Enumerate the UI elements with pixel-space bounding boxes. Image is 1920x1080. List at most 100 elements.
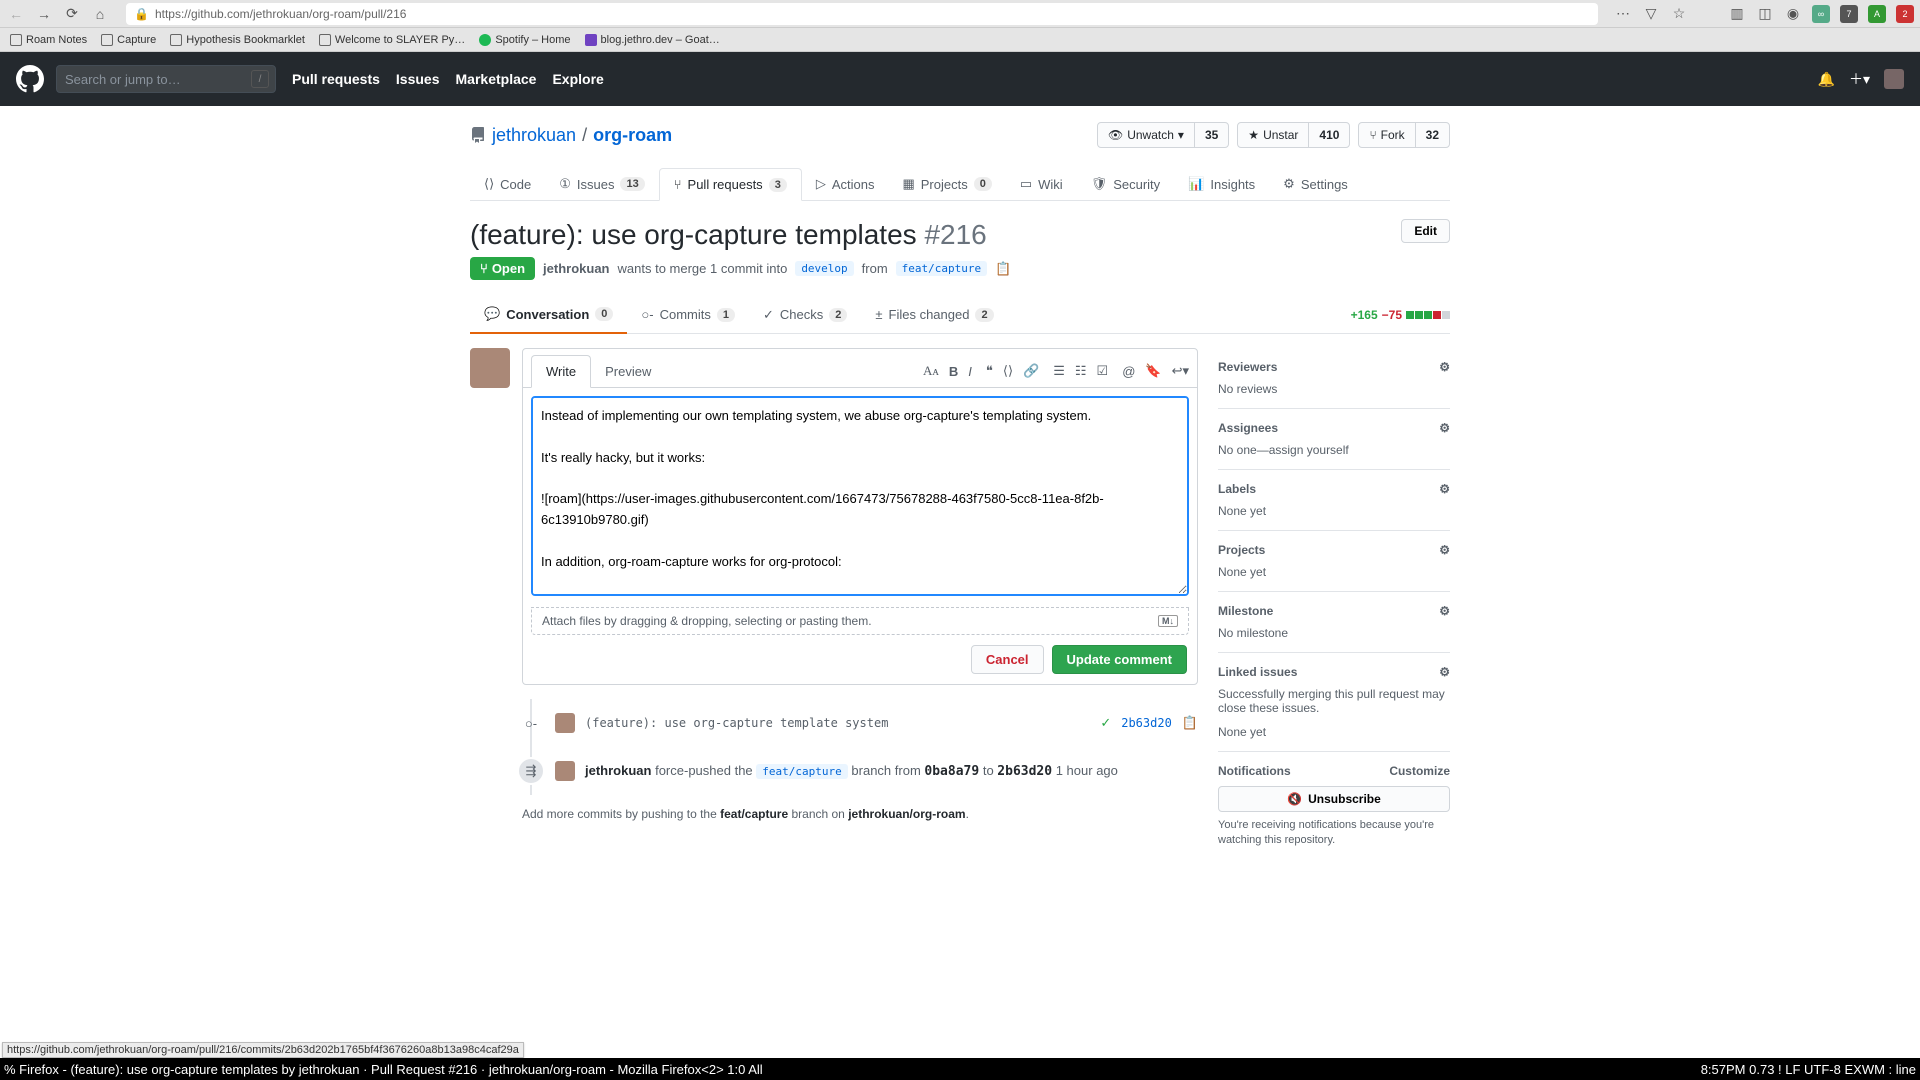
ext-1-icon[interactable]: ∞ <box>1812 5 1830 23</box>
pocket-icon[interactable]: ▽ <box>1642 5 1660 23</box>
tab-actions[interactable]: ▷Actions <box>802 168 889 200</box>
customize-link[interactable]: Customize <box>1389 764 1450 778</box>
user-avatar[interactable] <box>1884 69 1904 89</box>
bookmark-item[interactable]: Welcome to SLAYER Py… <box>319 34 465 46</box>
link-icon[interactable]: 🔗 <box>1023 363 1039 379</box>
home-button[interactable]: ⌂ <box>90 4 110 24</box>
linked-issues-title: Linked issues <box>1218 665 1297 679</box>
author-avatar[interactable] <box>470 348 510 388</box>
more-icon[interactable]: ⋯ <box>1614 5 1632 23</box>
labels-body: None yet <box>1218 504 1450 518</box>
ol-icon[interactable]: ☷ <box>1075 363 1087 379</box>
ext-2-icon[interactable]: 7 <box>1840 5 1858 23</box>
slash-key-icon: / <box>251 70 269 88</box>
conversation-icon: 💬 <box>484 306 500 322</box>
assignees-gear-icon[interactable]: ⚙ <box>1439 421 1450 435</box>
bold-icon[interactable]: B <box>949 364 958 379</box>
copy-hash-icon[interactable]: 📋 <box>1182 715 1198 731</box>
task-icon[interactable]: ☑ <box>1097 363 1109 379</box>
watch-button[interactable]: 👁 Unwatch ▾35 <box>1097 122 1229 148</box>
labels-gear-icon[interactable]: ⚙ <box>1439 482 1450 496</box>
reviewers-gear-icon[interactable]: ⚙ <box>1439 360 1450 374</box>
back-button[interactable]: ← <box>6 4 26 24</box>
check-icon: ✓ <box>763 307 774 323</box>
quote-icon[interactable]: ❝ <box>986 363 993 379</box>
preview-tab[interactable]: Preview <box>591 356 665 387</box>
reload-button[interactable]: ⟳ <box>62 4 82 24</box>
pr-author[interactable]: jethrokuan <box>543 261 609 276</box>
ext-3-icon[interactable]: A <box>1868 5 1886 23</box>
account-icon[interactable]: ◉ <box>1784 5 1802 23</box>
unsubscribe-button[interactable]: 🔇Unsubscribe <box>1218 786 1450 812</box>
mention-icon[interactable]: @ <box>1122 364 1135 379</box>
assign-yourself-link[interactable]: No one—assign yourself <box>1218 443 1349 457</box>
ext-4-icon[interactable]: 2 <box>1896 5 1914 23</box>
heading-icon[interactable]: Aᴀ <box>923 363 939 379</box>
head-branch[interactable]: feat/capture <box>896 261 987 276</box>
tab-wiki[interactable]: ▭Wiki <box>1006 168 1077 200</box>
check-success-icon[interactable]: ✓ <box>1100 715 1111 731</box>
attach-hint[interactable]: Attach files by dragging & dropping, sel… <box>531 607 1189 635</box>
italic-icon[interactable]: I <box>968 364 972 379</box>
tab-projects[interactable]: ▦Projects0 <box>888 168 1005 200</box>
commit-author-avatar[interactable] <box>555 713 575 733</box>
force-push-avatar[interactable] <box>555 761 575 781</box>
pr-icon: ⑂ <box>674 177 682 192</box>
book-icon: ▭ <box>1020 176 1032 192</box>
url-bar[interactable]: 🔒 https://github.com/jethrokuan/org-roam… <box>126 3 1598 25</box>
linked-gear-icon[interactable]: ⚙ <box>1439 665 1450 679</box>
comment-textarea[interactable] <box>531 396 1189 596</box>
bookmark-star-icon[interactable]: ☆ <box>1670 5 1688 23</box>
code-icon[interactable]: ⟨⟩ <box>1003 363 1013 379</box>
nav-marketplace[interactable]: Marketplace <box>456 71 537 87</box>
projects-body: None yet <box>1218 565 1450 579</box>
tab-pull-requests[interactable]: ⑂Pull requests3 <box>659 168 802 201</box>
commit-hash-link[interactable]: 2b63d20 <box>1121 716 1172 730</box>
tab-code[interactable]: ⟨⟩Code <box>470 168 545 200</box>
nav-explore[interactable]: Explore <box>552 71 603 87</box>
search-input[interactable]: Search or jump to… / <box>56 65 276 93</box>
nav-pull-requests[interactable]: Pull requests <box>292 71 380 87</box>
copy-branch-icon[interactable]: 📋 <box>995 261 1011 277</box>
forward-button[interactable]: → <box>34 4 54 24</box>
projects-gear-icon[interactable]: ⚙ <box>1439 543 1450 557</box>
cancel-button[interactable]: Cancel <box>971 645 1044 674</box>
commit-message[interactable]: (feature): use org-capture template syst… <box>585 716 1090 730</box>
repo-owner-link[interactable]: jethrokuan <box>492 125 576 146</box>
reply-icon[interactable]: ↩▾ <box>1172 363 1189 379</box>
tab-insights[interactable]: 📊Insights <box>1174 168 1269 200</box>
star-button[interactable]: ★ Unstar410 <box>1237 122 1350 148</box>
github-logo-icon[interactable] <box>16 65 44 93</box>
tab-issues[interactable]: ①Issues13 <box>545 168 658 200</box>
sidebar-icon[interactable]: ◫ <box>1756 5 1774 23</box>
labels-title: Labels <box>1218 482 1256 496</box>
nav-issues[interactable]: Issues <box>396 71 440 87</box>
library-icon[interactable]: ▥ <box>1728 5 1746 23</box>
prtab-checks[interactable]: ✓Checks2 <box>749 297 861 333</box>
repo-name-link[interactable]: org-roam <box>593 125 672 146</box>
bookmark-item[interactable]: blog.jethro.dev – Goat… <box>585 34 720 46</box>
tab-settings[interactable]: ⚙Settings <box>1269 168 1362 200</box>
milestone-gear-icon[interactable]: ⚙ <box>1439 604 1450 618</box>
fork-button[interactable]: ⑂ Fork32 <box>1358 122 1450 148</box>
bookmark-item[interactable]: Capture <box>101 34 156 46</box>
notifications-bell-icon[interactable]: 🔔 <box>1818 71 1835 88</box>
write-tab[interactable]: Write <box>531 355 591 388</box>
update-comment-button[interactable]: Update comment <box>1052 645 1187 674</box>
tab-security[interactable]: 🛡Security <box>1077 168 1174 200</box>
prtab-files[interactable]: ±Files changed2 <box>861 297 1007 332</box>
bookmark-item[interactable]: Roam Notes <box>10 34 87 46</box>
ul-icon[interactable]: ☰ <box>1053 363 1065 379</box>
create-new-dropdown[interactable]: ＋▾ <box>1849 69 1870 89</box>
bookmark-item[interactable]: Spotify – Home <box>479 34 570 46</box>
prtab-commits[interactable]: ○-Commits1 <box>627 297 749 332</box>
force-push-author[interactable]: jethrokuan <box>585 763 651 778</box>
reference-icon[interactable]: 🔖 <box>1145 363 1161 379</box>
base-branch[interactable]: develop <box>795 261 853 276</box>
bookmark-item[interactable]: Hypothesis Bookmarklet <box>170 34 305 46</box>
prtab-conversation[interactable]: 💬Conversation0 <box>470 296 627 334</box>
markdown-icon[interactable]: M↓ <box>1158 615 1178 627</box>
reviewers-title: Reviewers <box>1218 360 1277 374</box>
code-icon: ⟨⟩ <box>484 176 494 192</box>
edit-button[interactable]: Edit <box>1401 219 1450 243</box>
